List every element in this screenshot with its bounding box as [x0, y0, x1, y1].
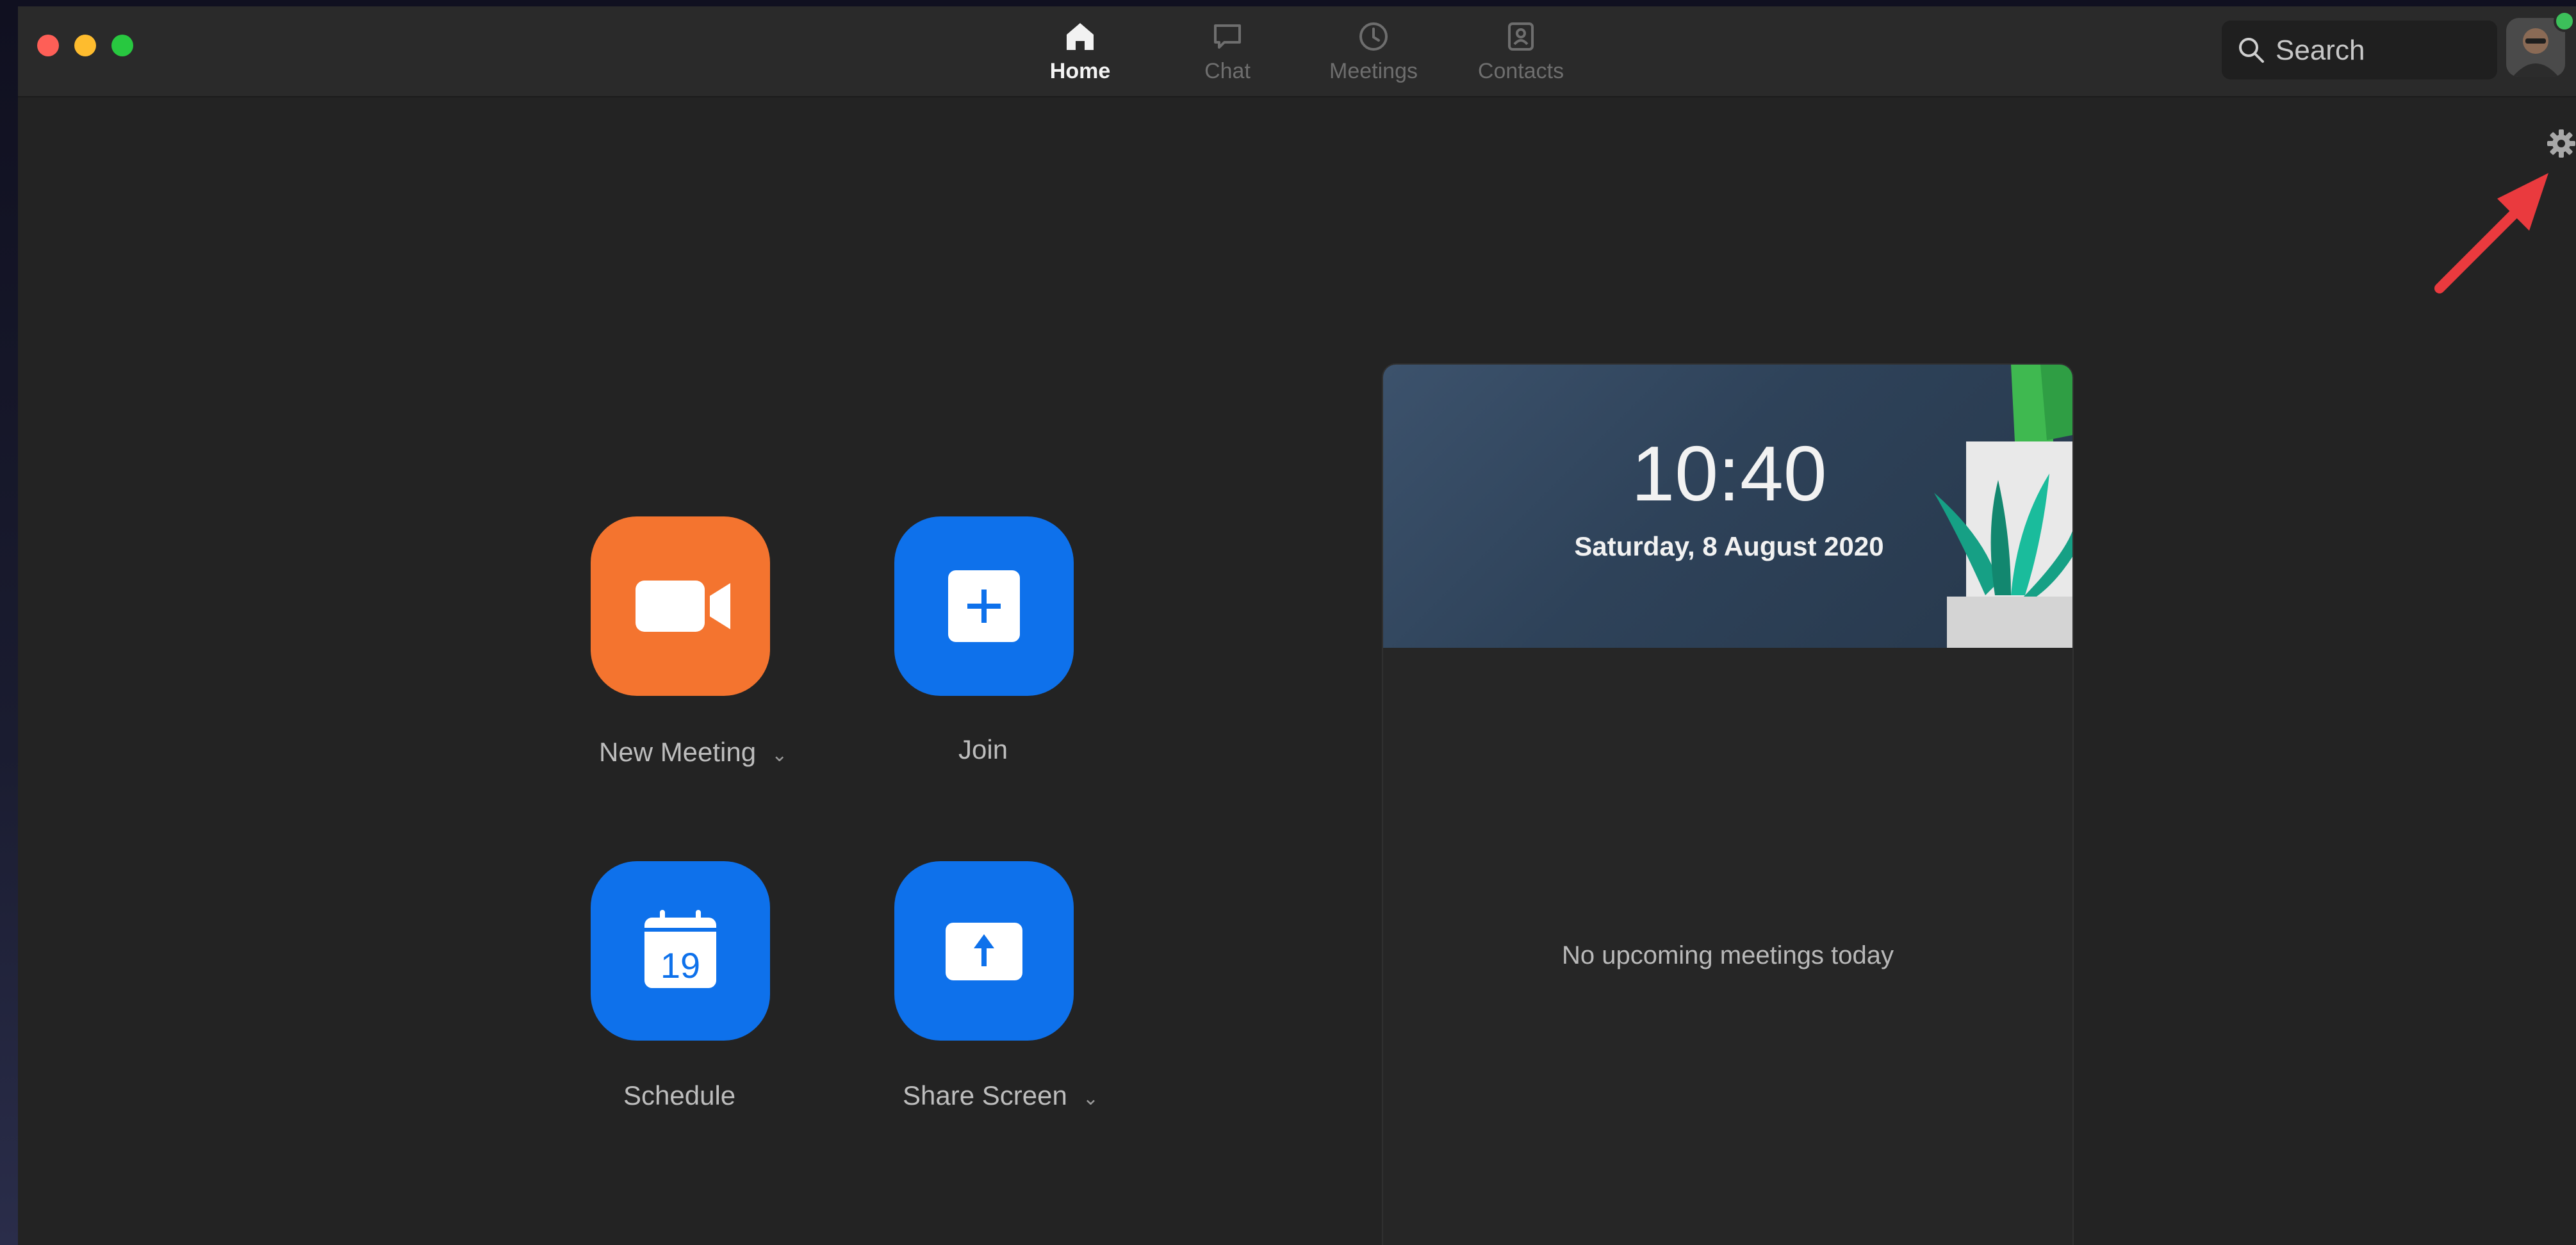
- tab-contacts-label: Contacts: [1477, 59, 1564, 83]
- plant-illustration-icon: [1934, 365, 2072, 648]
- new-meeting-label: New Meeting: [599, 737, 757, 767]
- share-screen-menu[interactable]: Share Screen ⌄: [903, 1080, 1099, 1111]
- window-maximize-button[interactable]: [111, 35, 133, 56]
- video-camera-icon: [636, 581, 730, 632]
- gear-icon[interactable]: [2546, 128, 2576, 159]
- no-meetings-message: No upcoming meetings today: [1561, 941, 1894, 969]
- tab-chat-label: Chat: [1204, 59, 1251, 83]
- tab-meetings[interactable]: Meetings: [1303, 15, 1444, 92]
- online-status-badge: [2554, 10, 2575, 32]
- schedule-button[interactable]: 19: [591, 861, 770, 1041]
- share-screen-label: Share Screen: [903, 1080, 1067, 1110]
- calendar-icon: 19: [644, 910, 716, 988]
- tab-home[interactable]: Home: [1010, 15, 1151, 92]
- search-input[interactable]: [2274, 32, 2488, 69]
- new-meeting-menu[interactable]: New Meeting ⌄: [599, 737, 787, 768]
- new-meeting-button[interactable]: [591, 516, 770, 696]
- clock-time: 10:40: [1631, 430, 1827, 517]
- clock-date: Saturday, 8 August 2020: [1574, 531, 1884, 561]
- chat-icon: [1214, 24, 1241, 49]
- tab-chat[interactable]: Chat: [1157, 15, 1298, 92]
- zoom-app-window: Home Chat Meetings Contacts Search New M…: [18, 6, 2576, 1245]
- home-icon: [1067, 23, 1094, 50]
- search-icon: [2239, 38, 2264, 63]
- schedule-label[interactable]: Schedule: [623, 1080, 735, 1111]
- desktop-background: Home Chat Meetings Contacts Search New M…: [0, 0, 2576, 1245]
- chevron-down-icon[interactable]: ⌄: [1083, 1088, 1099, 1109]
- upload-arrow-icon: [946, 923, 1022, 980]
- calendar-day-number: 19: [660, 945, 700, 985]
- tab-meetings-label: Meetings: [1329, 59, 1418, 83]
- upcoming-meetings-panel: 10:40 Saturday, 8 August 2020 No upcomin…: [1382, 363, 2074, 1245]
- tab-home-label: Home: [1049, 59, 1111, 83]
- contacts-icon: [1508, 22, 1534, 51]
- window-minimize-button[interactable]: [74, 35, 96, 56]
- clock-header: 10:40 Saturday, 8 August 2020: [1383, 365, 2072, 648]
- chevron-down-icon[interactable]: ⌄: [771, 745, 787, 766]
- clock-icon: [1359, 22, 1388, 51]
- red-arrow-annotation-icon: [2434, 173, 2548, 293]
- search-box[interactable]: [2222, 21, 2497, 79]
- plus-icon: [948, 570, 1020, 642]
- tab-contacts[interactable]: Contacts: [1450, 15, 1591, 92]
- share-screen-button[interactable]: [894, 861, 1074, 1041]
- window-close-button[interactable]: [37, 35, 59, 56]
- join-label[interactable]: Join: [958, 734, 1008, 765]
- title-bar: Home Chat Meetings Contacts Search: [18, 6, 2576, 97]
- join-button[interactable]: [894, 516, 1074, 696]
